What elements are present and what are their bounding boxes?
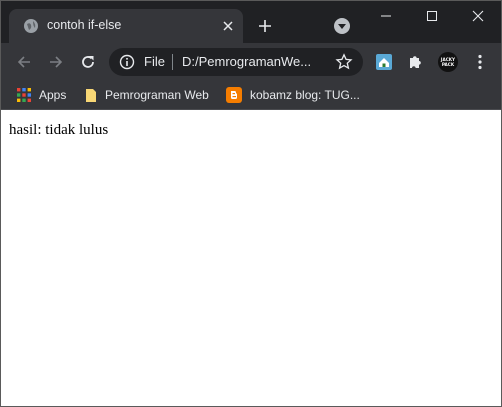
address-url: D:/PemrogramanWe... bbox=[182, 54, 312, 69]
close-window-icon[interactable] bbox=[455, 1, 501, 31]
bookmark-star-icon[interactable] bbox=[335, 53, 353, 71]
browser-window: contoh if-else File D:/PemrogramanWe... … bbox=[0, 0, 502, 407]
maximize-icon[interactable] bbox=[409, 1, 455, 31]
tab-close-icon[interactable] bbox=[219, 17, 237, 35]
page-content: hasil: tidak lulus bbox=[1, 110, 501, 406]
bookmark-label: Apps bbox=[39, 88, 67, 102]
globe-icon bbox=[24, 19, 38, 33]
reload-icon[interactable] bbox=[79, 53, 97, 71]
address-scheme: File bbox=[144, 54, 165, 69]
home-icon[interactable] bbox=[375, 53, 393, 71]
browser-toolbar: File D:/PemrogramanWe... JACKY PACK bbox=[1, 43, 501, 80]
blogger-icon bbox=[226, 87, 242, 103]
apps-grid-icon bbox=[17, 88, 31, 102]
tab-active[interactable]: contoh if-else bbox=[9, 9, 243, 43]
bookmark-pemrograman-web[interactable]: Pemrograman Web bbox=[85, 86, 209, 104]
tab-search-icon[interactable] bbox=[334, 18, 350, 34]
bookmarks-bar: Apps Pemrograman Web kobamz blog: TUG... bbox=[1, 80, 501, 110]
bookmark-label: kobamz blog: TUG... bbox=[250, 88, 360, 102]
puzzle-icon[interactable] bbox=[406, 53, 424, 71]
address-bar[interactable]: File D:/PemrogramanWe... bbox=[109, 48, 363, 76]
bookmark-apps[interactable]: Apps bbox=[17, 86, 66, 104]
tab-title: contoh if-else bbox=[47, 18, 122, 32]
bookmark-label: Pemrograman Web bbox=[105, 88, 209, 102]
result-text: hasil: tidak lulus bbox=[9, 122, 109, 138]
minimize-icon[interactable] bbox=[363, 1, 409, 31]
new-tab-icon[interactable] bbox=[256, 17, 274, 35]
profile-avatar[interactable]: JACKY PACK bbox=[438, 52, 458, 72]
address-separator bbox=[172, 54, 173, 70]
svg-text:PACK: PACK bbox=[442, 62, 455, 67]
back-arrow-icon[interactable] bbox=[15, 53, 33, 71]
bookmark-kobamz-blog[interactable]: kobamz blog: TUG... bbox=[226, 86, 360, 104]
tab-strip: contoh if-else bbox=[1, 1, 501, 43]
forward-arrow-icon[interactable] bbox=[47, 53, 65, 71]
folder-icon bbox=[86, 88, 96, 102]
menu-kebab-icon[interactable] bbox=[471, 53, 489, 71]
info-icon[interactable] bbox=[119, 54, 135, 70]
